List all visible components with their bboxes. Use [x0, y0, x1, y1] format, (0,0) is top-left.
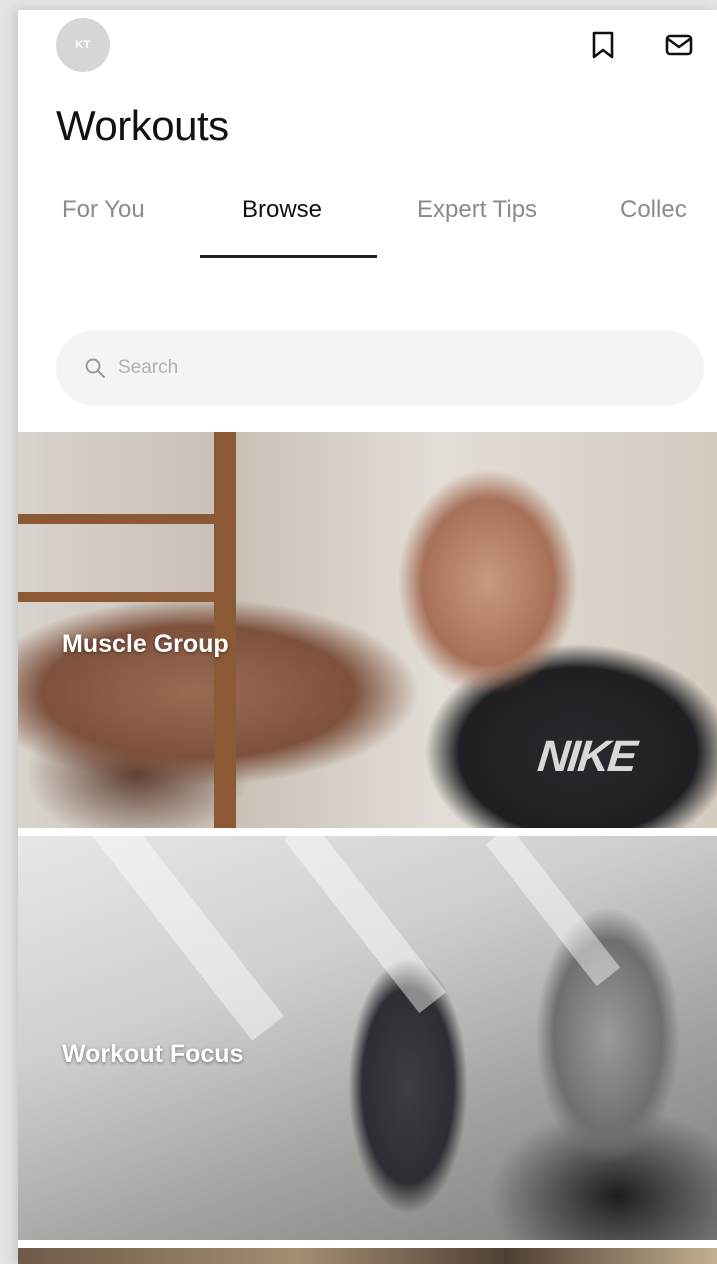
active-tab-indicator [200, 255, 377, 258]
tab-for-you[interactable]: For You [62, 196, 145, 256]
tab-label: Expert Tips [417, 196, 538, 223]
tab-bar: For You Browse Expert Tips Collec [18, 196, 717, 258]
page-title: Workouts [56, 102, 229, 149]
top-bar: KT [18, 10, 717, 82]
tab-collections[interactable]: Collec [620, 196, 687, 256]
wall-bars-image-detail [18, 514, 228, 524]
category-card-workout-focus[interactable]: Workout Focus [18, 836, 717, 1240]
search-input[interactable] [116, 356, 680, 380]
category-card-partial[interactable] [18, 1248, 717, 1264]
category-card-muscle-group[interactable]: NIKE Muscle Group [18, 432, 717, 828]
wall-bars-image-detail [18, 592, 228, 602]
tab-label: For You [62, 196, 145, 223]
card-label: Workout Focus [62, 1040, 244, 1068]
inbox-icon[interactable] [664, 30, 694, 60]
tab-label: Browse [242, 196, 323, 223]
ceiling-beam-image-detail [92, 836, 284, 1041]
app-screen: KT Workouts For You Browse Expert Tips C… [18, 10, 717, 1264]
ceiling-beam-image-detail [283, 836, 447, 1014]
brand-logo: NIKE [535, 732, 638, 781]
tab-expert-tips[interactable]: Expert Tips [417, 196, 537, 256]
avatar[interactable]: KT [56, 18, 110, 72]
ceiling-beam-image-detail [485, 836, 621, 987]
tab-browse[interactable]: Browse [242, 196, 322, 256]
tab-label: Collec [620, 196, 687, 223]
search-icon [84, 357, 106, 379]
avatar-initials: KT [75, 39, 91, 51]
card-label: Muscle Group [62, 630, 229, 658]
search-bar[interactable] [56, 330, 704, 406]
bookmark-icon[interactable] [588, 30, 618, 60]
